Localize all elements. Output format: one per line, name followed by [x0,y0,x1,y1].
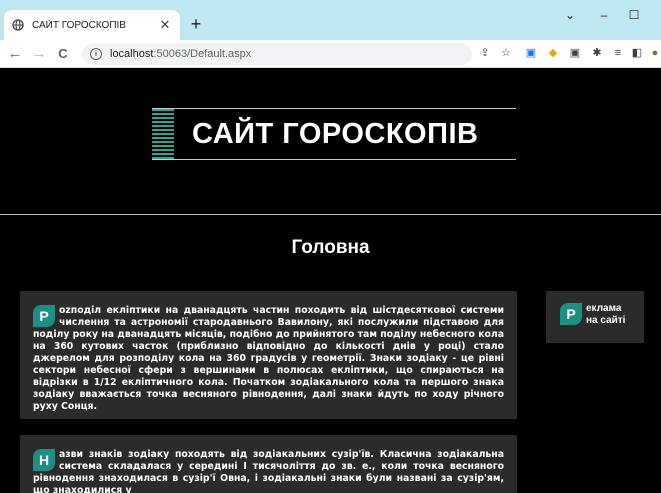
reload-button[interactable]: C [54,45,72,63]
screen-capture-icon[interactable]: ▣ [568,46,582,60]
web-page: САЙТ ГОРОСКОПІВ Головна Р оzподіл екліпт… [0,69,661,493]
site-title: САЙТ ГОРОСКОПІВ [192,118,479,150]
ad-sidebar: Р еклама на сайті [546,291,644,343]
profile-avatar-icon[interactable]: ● [648,46,661,60]
browser-tab-strip: САЙТ ГОРОСКОПІВ ✕ + ⌄ – ☐ [0,0,661,40]
tab-search-icon[interactable]: ⌄ [562,8,578,22]
article-text: азви знаків зодіаку походять від зодіака… [33,449,504,493]
header-divider [0,214,661,215]
site-banner: САЙТ ГОРОСКОПІВ [152,108,516,160]
page-heading: Головна [291,237,370,258]
close-tab-icon[interactable]: ✕ [158,17,172,33]
striped-logo-bar [152,109,174,159]
drop-cap: Р [560,303,582,325]
extensions-puzzle-icon[interactable]: ✱ [590,46,604,60]
address-bar[interactable]: i localhost:50063/Default.aspx [82,43,472,65]
tab-title: САЙТ ГОРОСКОПІВ [32,19,126,31]
globe-icon [12,19,24,31]
bookmark-star-icon[interactable]: ☆ [499,46,513,60]
share-icon[interactable]: ⇪ [478,46,492,60]
back-button[interactable]: ← [6,45,24,63]
minimize-button[interactable]: – [596,8,612,22]
site-info-icon[interactable]: i [90,48,102,60]
url-text: localhost:50063/Default.aspx [110,48,252,60]
translate-extension-icon[interactable]: ▣ [524,46,538,60]
maximize-button[interactable]: ☐ [626,8,642,22]
side-panel-icon[interactable]: ◧ [630,46,644,60]
extension-icon[interactable]: ◆ [546,46,560,60]
browser-tab[interactable]: САЙТ ГОРОСКОПІВ ✕ [4,10,180,40]
article-block: Н азви знаків зодіаку походять від зодіа… [20,435,517,493]
forward-button[interactable]: → [30,45,48,63]
new-tab-button[interactable]: + [186,14,206,34]
drop-cap: Н [33,449,55,471]
browser-toolbar: ← → C i localhost:50063/Default.aspx ⇪ ☆… [0,40,661,68]
article-block: Р оzподіл екліптики на дванадцять частин… [20,291,517,419]
drop-cap: Р [33,305,55,327]
reading-list-icon[interactable]: ≡ [611,46,625,60]
article-text: оzподіл екліптики на дванадцять частин п… [33,305,504,412]
